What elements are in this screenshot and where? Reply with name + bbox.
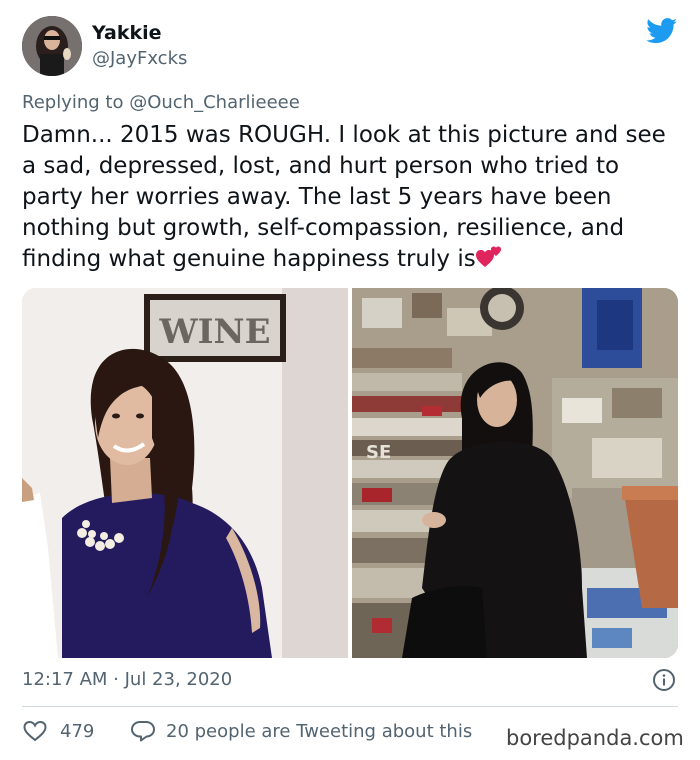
author-name[interactable]: Yakkie (92, 22, 162, 44)
tweet-body: Damn... 2015 was ROUGH. I look at this p… (22, 122, 666, 272)
tweet-timestamp[interactable]: 12:17 AM · Jul 23, 2020 (22, 669, 232, 690)
mosaic-wall-text: SE (366, 442, 391, 463)
watermark: boredpanda.com (506, 726, 684, 750)
author-handle[interactable]: @JayFxcks (92, 48, 187, 69)
twitter-bird-icon[interactable] (646, 18, 678, 44)
info-icon[interactable] (652, 668, 676, 692)
footer-divider (22, 706, 678, 707)
tweet-photo-left[interactable]: WINE (22, 288, 348, 658)
replying-to: Replying to @Ouch_Charlieeee (22, 92, 300, 113)
two-hearts-icon (475, 246, 501, 267)
tweet-photo-right[interactable]: SE (352, 288, 678, 658)
tweeting-about-link[interactable]: 20 people are Tweeting about this (166, 721, 472, 742)
wine-sign-text: WINE (158, 312, 270, 352)
replying-prefix: Replying to (22, 92, 124, 113)
speech-bubble-icon[interactable] (130, 719, 156, 743)
tweet-text: Damn... 2015 was ROUGH. I look at this p… (22, 120, 682, 275)
like-count[interactable]: 479 (60, 721, 94, 742)
author-avatar[interactable] (22, 16, 82, 76)
replying-to-handle[interactable]: @Ouch_Charlieeee (129, 92, 300, 113)
heart-outline-icon[interactable] (22, 719, 48, 743)
